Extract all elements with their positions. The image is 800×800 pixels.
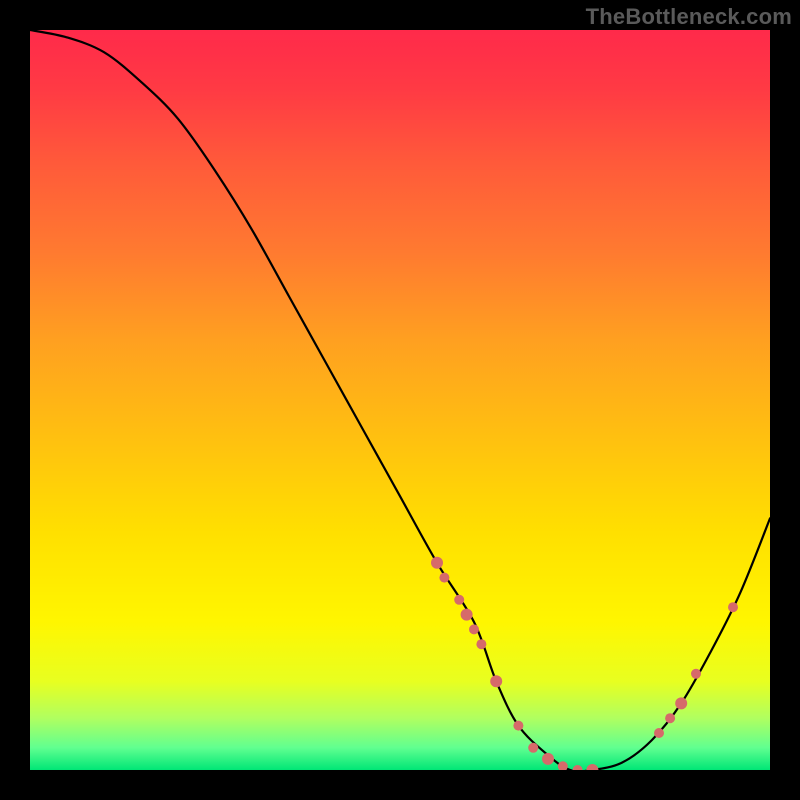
marker-dot (431, 557, 443, 569)
marker-dot (654, 728, 664, 738)
marker-dot (675, 697, 687, 709)
plot-area (30, 30, 770, 770)
marker-dot (528, 743, 538, 753)
marker-group (431, 557, 738, 770)
marker-dot (586, 764, 598, 770)
marker-dot (728, 602, 738, 612)
marker-dot (691, 669, 701, 679)
marker-dot (558, 761, 568, 770)
marker-dot (439, 573, 449, 583)
chart-svg (30, 30, 770, 770)
marker-dot (461, 609, 473, 621)
marker-dot (665, 713, 675, 723)
marker-dot (469, 624, 479, 634)
marker-dot (454, 595, 464, 605)
bottleneck-curve (30, 30, 770, 770)
marker-dot (542, 753, 554, 765)
marker-dot (476, 639, 486, 649)
watermark-label: TheBottleneck.com (586, 4, 792, 30)
marker-dot (573, 765, 583, 770)
marker-dot (513, 721, 523, 731)
marker-dot (490, 675, 502, 687)
chart-container: TheBottleneck.com (0, 0, 800, 800)
